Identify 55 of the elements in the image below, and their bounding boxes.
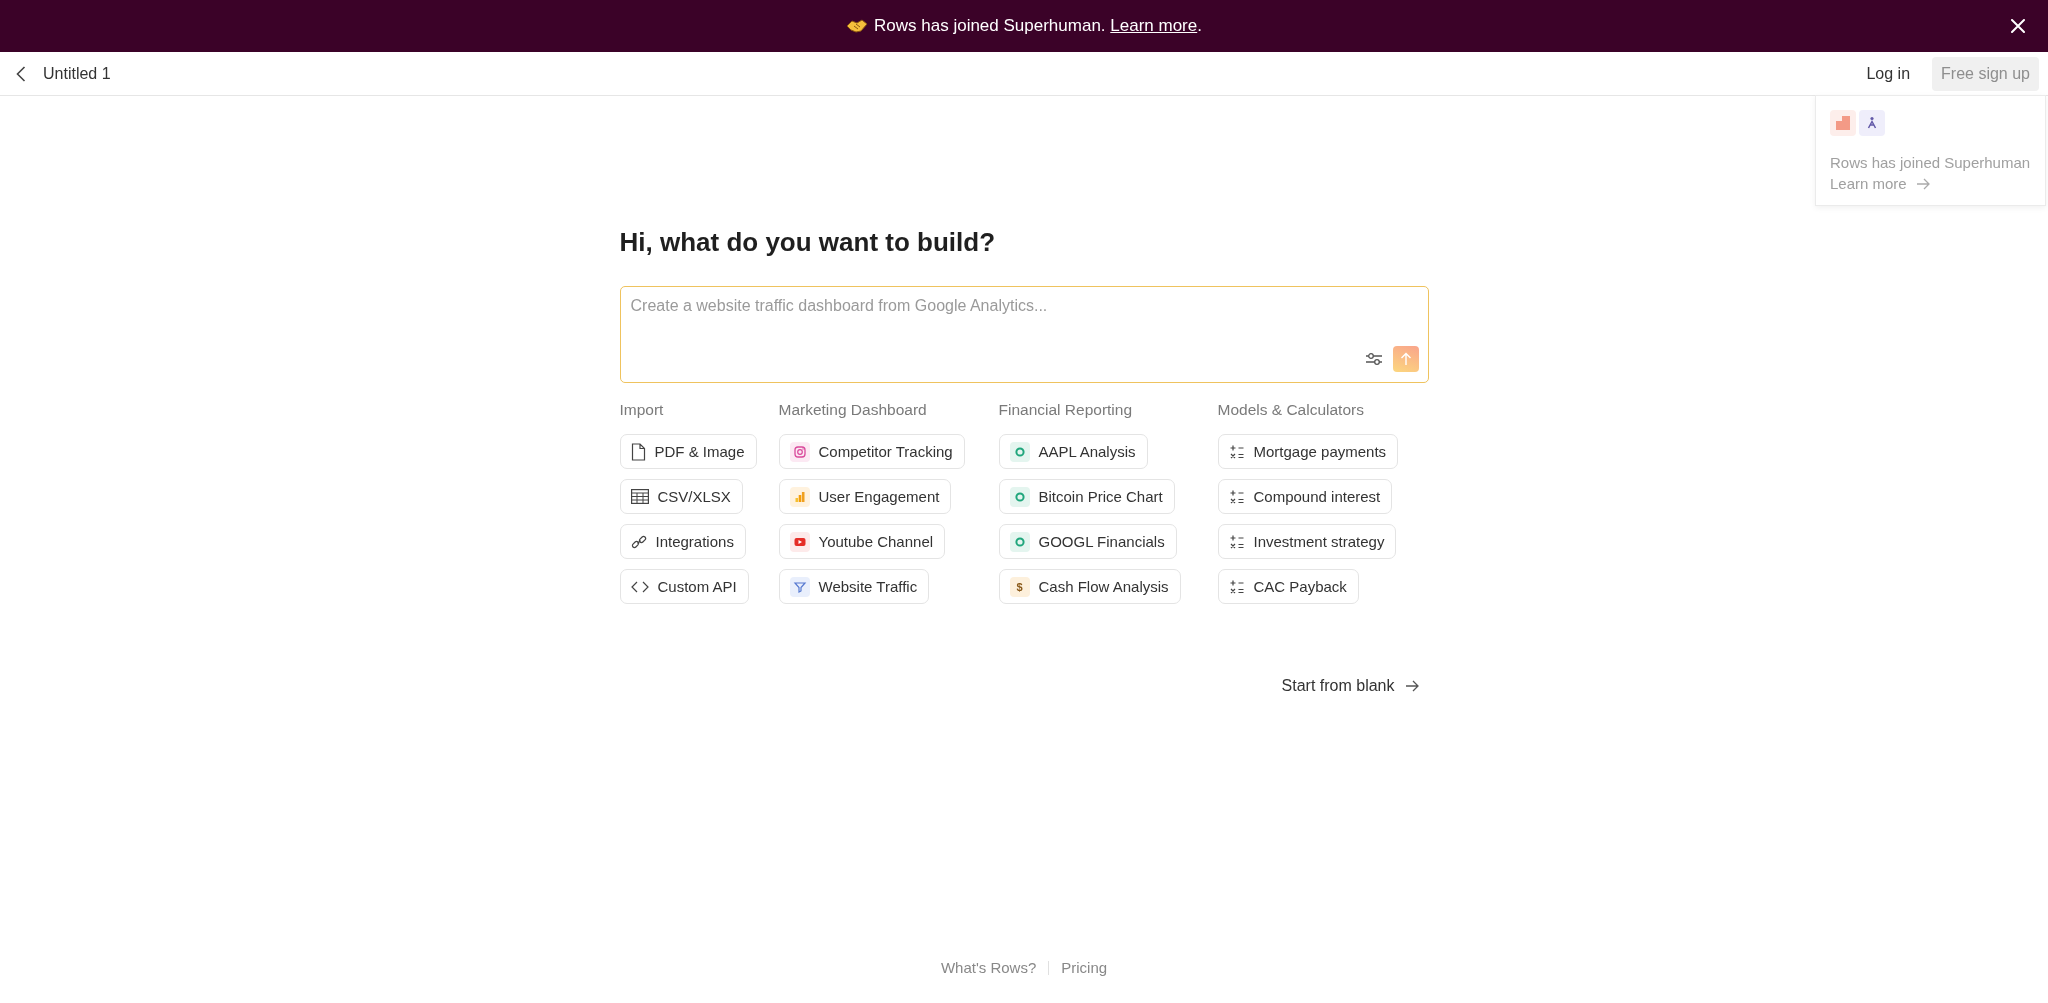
math-symbols-icon bbox=[1228, 578, 1245, 595]
category-heading: Models & Calculators bbox=[1217, 400, 1364, 420]
file-icon bbox=[630, 442, 646, 461]
template-chip[interactable]: PDF & Image bbox=[619, 434, 757, 469]
template-chip[interactable]: User Engagement bbox=[778, 479, 952, 514]
bar-chart-icon bbox=[789, 486, 810, 507]
template-chip[interactable]: Mortgage payments bbox=[1217, 434, 1399, 469]
person-icon bbox=[1859, 110, 1885, 136]
template-chip[interactable]: Website Traffic bbox=[778, 569, 930, 604]
start-from-blank-button[interactable]: Start from blank bbox=[1279, 675, 1421, 697]
math-symbols-icon bbox=[1228, 443, 1245, 460]
template-chip[interactable]: CSV/XLSX bbox=[619, 479, 743, 514]
footer-link[interactable]: Pricing bbox=[1061, 958, 1108, 978]
arrow-up-icon bbox=[1399, 352, 1412, 366]
login-link[interactable]: Log in bbox=[1866, 64, 1911, 83]
template-chip[interactable]: $ Cash Flow Analysis bbox=[998, 569, 1181, 604]
template-chip[interactable]: Competitor Tracking bbox=[778, 434, 965, 469]
handshake-icon bbox=[846, 18, 869, 34]
ring-icon bbox=[1009, 486, 1030, 507]
template-chip[interactable]: Custom API bbox=[619, 569, 749, 604]
category-heading: Financial Reporting bbox=[998, 400, 1133, 420]
template-chip[interactable]: Youtube Channel bbox=[778, 524, 946, 559]
document-title: Untitled 1 bbox=[43, 64, 111, 83]
template-chip[interactable]: Compound interest bbox=[1217, 479, 1393, 514]
template-chip[interactable]: CAC Payback bbox=[1217, 569, 1359, 604]
math-symbols-icon bbox=[1228, 488, 1245, 505]
close-icon[interactable] bbox=[2011, 19, 2025, 33]
page-heading: Hi, what do you want to build? bbox=[619, 227, 996, 257]
category-heading: Import bbox=[619, 400, 664, 420]
back-icon[interactable] bbox=[16, 65, 26, 82]
learn-more-link[interactable]: Learn more bbox=[1110, 16, 1198, 35]
template-chip[interactable]: Integrations bbox=[619, 524, 746, 559]
ring-icon bbox=[1009, 531, 1030, 552]
announcement-text: Rows has joined Superhuman bbox=[1830, 153, 2031, 173]
table-icon bbox=[630, 489, 649, 504]
funnel-icon bbox=[789, 576, 810, 597]
prompt-field[interactable]: Create a website traffic dashboard from Google Analytics... bbox=[619, 286, 1429, 383]
arrow-right-icon bbox=[1915, 177, 1930, 190]
footer-link[interactable]: What's Rows? bbox=[940, 958, 1037, 978]
arrow-right-icon bbox=[1404, 680, 1419, 692]
template-chip[interactable]: AAPL Analysis bbox=[998, 434, 1148, 469]
sliders-icon[interactable] bbox=[1364, 352, 1383, 366]
dollar-badge: $ bbox=[1009, 576, 1030, 597]
play-icon bbox=[789, 531, 810, 552]
template-chip[interactable]: GOOGL Financials bbox=[998, 524, 1177, 559]
blocks-icon bbox=[1830, 110, 1856, 136]
camera-icon bbox=[789, 441, 810, 462]
code-icon bbox=[630, 580, 649, 593]
template-chip[interactable]: Bitcoin Price Chart bbox=[998, 479, 1175, 514]
template-chip[interactable]: Investment strategy bbox=[1217, 524, 1397, 559]
category-heading: Marketing Dashboard bbox=[778, 400, 927, 420]
math-symbols-icon bbox=[1228, 533, 1245, 550]
link-icon bbox=[630, 533, 647, 550]
ring-icon bbox=[1009, 441, 1030, 462]
banner-message: Rows has joined Superhuman. Learn more. bbox=[874, 16, 1202, 36]
